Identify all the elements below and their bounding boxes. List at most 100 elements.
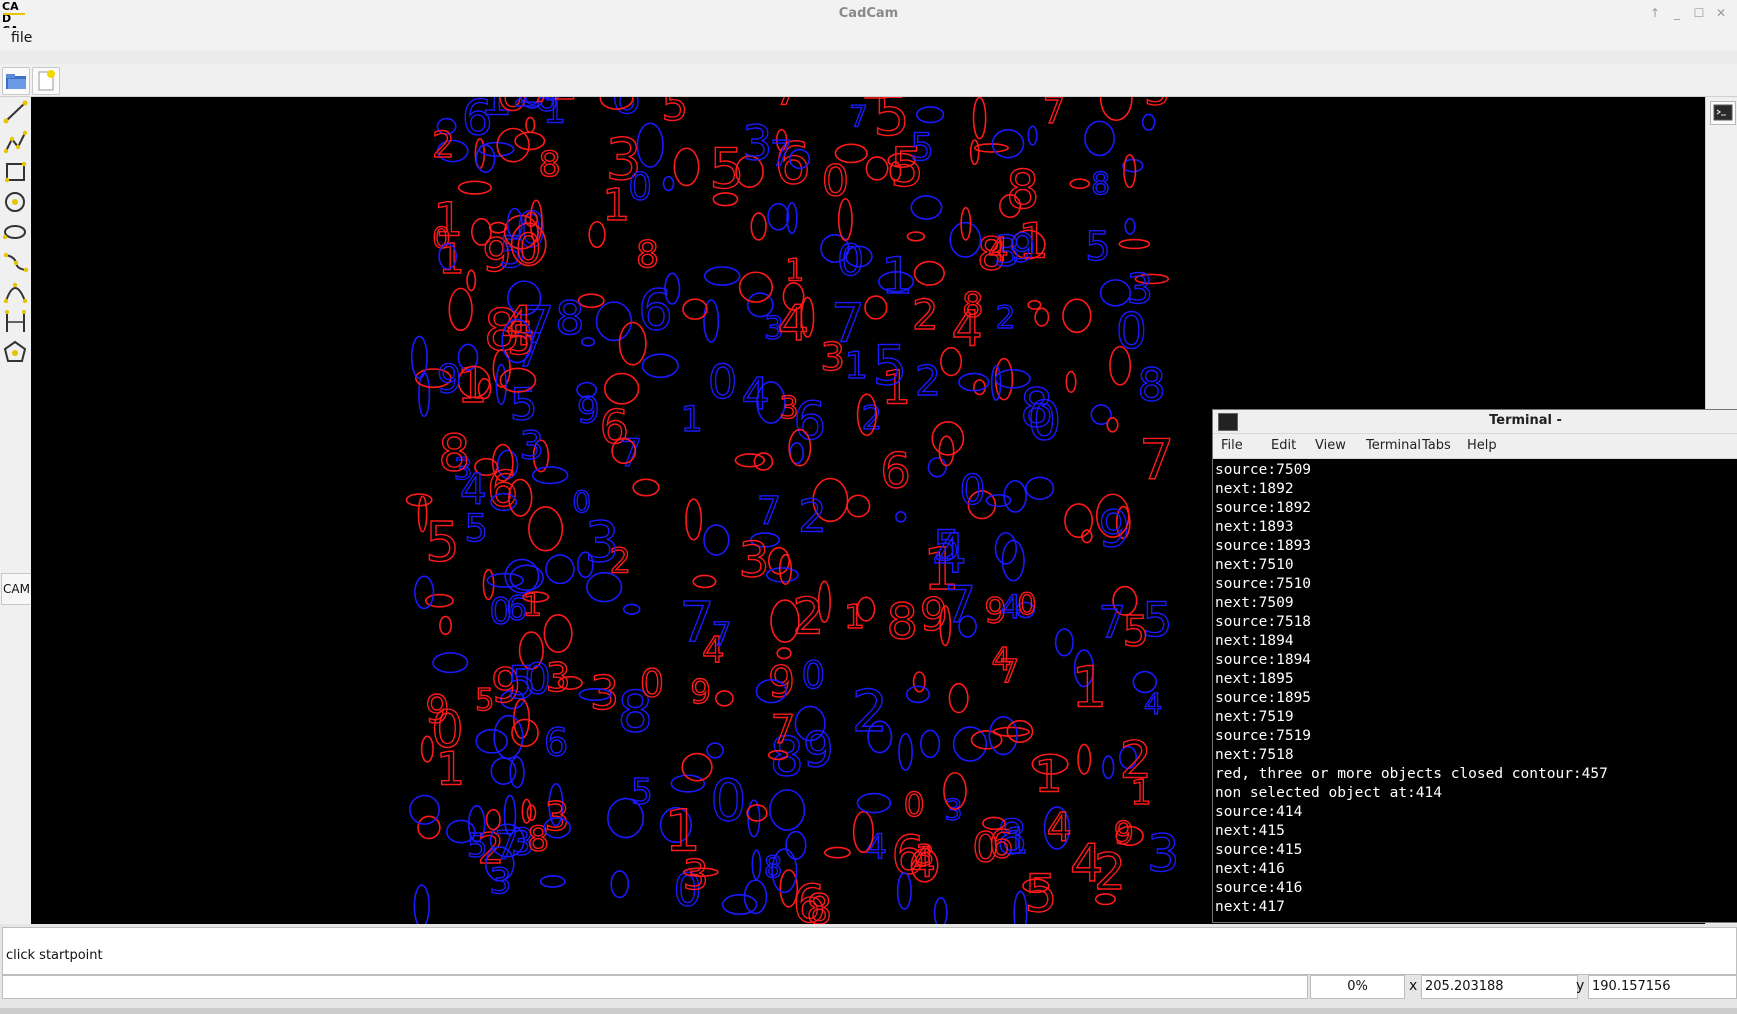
circle-tool-icon[interactable] bbox=[2, 189, 29, 215]
command-input[interactable] bbox=[2, 975, 1308, 999]
contour-loop bbox=[432, 652, 469, 674]
contour-loop bbox=[414, 575, 435, 610]
minimize-icon[interactable]: _ bbox=[1669, 5, 1685, 21]
contour-digit: 7 bbox=[618, 431, 642, 474]
contour-digit: 0 bbox=[516, 226, 542, 273]
contour-digit: 0 bbox=[710, 767, 747, 834]
toolbar-handle bbox=[0, 50, 1737, 65]
maximize-icon[interactable]: ☐ bbox=[1691, 5, 1707, 21]
contour-loop bbox=[767, 202, 790, 231]
contour-loop bbox=[610, 870, 630, 899]
terminal-icon bbox=[1713, 104, 1733, 121]
contour-loop bbox=[905, 685, 931, 704]
contour-digit: 3 bbox=[779, 391, 798, 426]
contour-digit: 2 bbox=[798, 491, 826, 543]
terminal-title: Terminal - bbox=[1489, 413, 1562, 428]
y-label: y bbox=[1576, 978, 1585, 994]
terminal-line: source:414 bbox=[1215, 804, 1303, 820]
contour-digit: 4 bbox=[742, 369, 770, 420]
line-tool-icon[interactable] bbox=[2, 99, 29, 125]
contour-loop bbox=[1027, 125, 1038, 146]
terminal-line: next:1894 bbox=[1215, 633, 1294, 649]
contour-digit: 3 bbox=[489, 862, 511, 902]
contour-loop bbox=[475, 728, 509, 754]
terminal-menu-tabs[interactable]: Tabs bbox=[1422, 438, 1451, 453]
contour-loop bbox=[417, 815, 441, 840]
contour-digit: 1 bbox=[1035, 752, 1063, 802]
contour-loop bbox=[1102, 755, 1115, 780]
contour-digit: 5 bbox=[1123, 607, 1149, 655]
rectangle-tool-icon[interactable] bbox=[2, 159, 29, 185]
polygon-tool-icon[interactable] bbox=[2, 339, 29, 365]
contour-loop bbox=[525, 116, 536, 134]
window-up-icon[interactable]: ↑ bbox=[1647, 5, 1663, 21]
dimension-tool-icon[interactable] bbox=[2, 309, 29, 335]
contour-loop bbox=[751, 849, 762, 880]
contour-digit: 2 bbox=[996, 300, 1016, 336]
new-document-icon bbox=[38, 70, 55, 91]
open-folder-button[interactable] bbox=[2, 67, 30, 95]
contour-loop bbox=[1124, 217, 1136, 235]
contour-loop bbox=[738, 271, 774, 303]
contour-digit: 7 bbox=[757, 489, 782, 534]
contour-digit: 8 bbox=[1020, 379, 1053, 440]
contour-digit: 9 bbox=[920, 590, 948, 641]
contour-digit: 8 bbox=[887, 593, 918, 651]
contour-digit: 5 bbox=[467, 826, 488, 864]
contour-loop bbox=[448, 287, 473, 332]
contour-loop bbox=[938, 435, 955, 467]
contour-loop bbox=[641, 353, 679, 379]
x-coordinate-field[interactable]: 205.203188 bbox=[1421, 975, 1578, 999]
contour-loop bbox=[865, 156, 889, 181]
contour-loop bbox=[785, 830, 807, 860]
contour-digit: 2 bbox=[432, 125, 454, 166]
contour-digit: 5 bbox=[475, 683, 494, 718]
terminal-menu-edit[interactable]: Edit bbox=[1271, 438, 1296, 453]
y-coordinate-field[interactable]: 190.157156 bbox=[1588, 975, 1737, 999]
terminal-menu-file[interactable]: File bbox=[1221, 438, 1243, 453]
terminal-output[interactable]: source:7509 next:1892 source:1892 next:1893… bbox=[1215, 461, 1735, 919]
contour-digit: 7 bbox=[770, 134, 792, 174]
contour-loop bbox=[1064, 503, 1094, 539]
contour-digit: 2 bbox=[912, 291, 938, 339]
cam-button[interactable]: CAM bbox=[1, 573, 32, 605]
contour-loop bbox=[994, 357, 1014, 401]
contour-digit: 6 bbox=[462, 97, 493, 147]
contour-loop bbox=[746, 804, 768, 822]
contour-loop bbox=[1054, 628, 1074, 657]
contour-digit: 9 bbox=[437, 357, 462, 402]
contour-loop bbox=[703, 266, 741, 286]
ellipse-tool-icon[interactable] bbox=[2, 219, 29, 245]
contour-loop bbox=[1077, 743, 1092, 775]
contour-loop bbox=[543, 614, 573, 654]
close-icon[interactable]: ✕ bbox=[1713, 5, 1729, 21]
terminal-button[interactable] bbox=[1710, 101, 1736, 125]
contour-loop bbox=[915, 106, 945, 124]
terminal-menu-view[interactable]: View bbox=[1315, 438, 1346, 453]
contour-loop bbox=[906, 231, 926, 242]
taskbar-strip bbox=[0, 1008, 1737, 1014]
menu-file[interactable]: file bbox=[11, 30, 32, 46]
contour-digit: 1 bbox=[1071, 654, 1107, 720]
polyline-tool-icon[interactable] bbox=[2, 129, 29, 155]
contour-loop bbox=[912, 671, 926, 693]
contour-loop bbox=[846, 494, 871, 518]
terminal-window[interactable]: Terminal - File Edit View Terminal Tabs … bbox=[1212, 409, 1737, 923]
contour-loop bbox=[714, 690, 734, 707]
contour-digit: 5 bbox=[465, 507, 489, 550]
contour-loop bbox=[931, 420, 965, 456]
terminal-menu-help[interactable]: Help bbox=[1467, 438, 1497, 453]
contour-digit: 1 bbox=[436, 741, 465, 795]
terminal-title-bar[interactable]: Terminal - bbox=[1213, 410, 1737, 434]
arc-tool-icon[interactable] bbox=[2, 279, 29, 305]
title-bar: CAD CAM CadCam ↑ _ ☐ ✕ bbox=[0, 0, 1737, 49]
contour-loop bbox=[413, 884, 430, 924]
contour-loop bbox=[703, 524, 730, 556]
contour-loop bbox=[1084, 120, 1115, 157]
terminal-menu-terminal[interactable]: Terminal bbox=[1366, 438, 1421, 453]
new-document-button[interactable] bbox=[32, 67, 60, 95]
contour-loop bbox=[531, 466, 569, 485]
contour-loop bbox=[682, 298, 708, 320]
contour-loop bbox=[948, 682, 969, 714]
spline-tool-icon[interactable] bbox=[2, 249, 29, 275]
